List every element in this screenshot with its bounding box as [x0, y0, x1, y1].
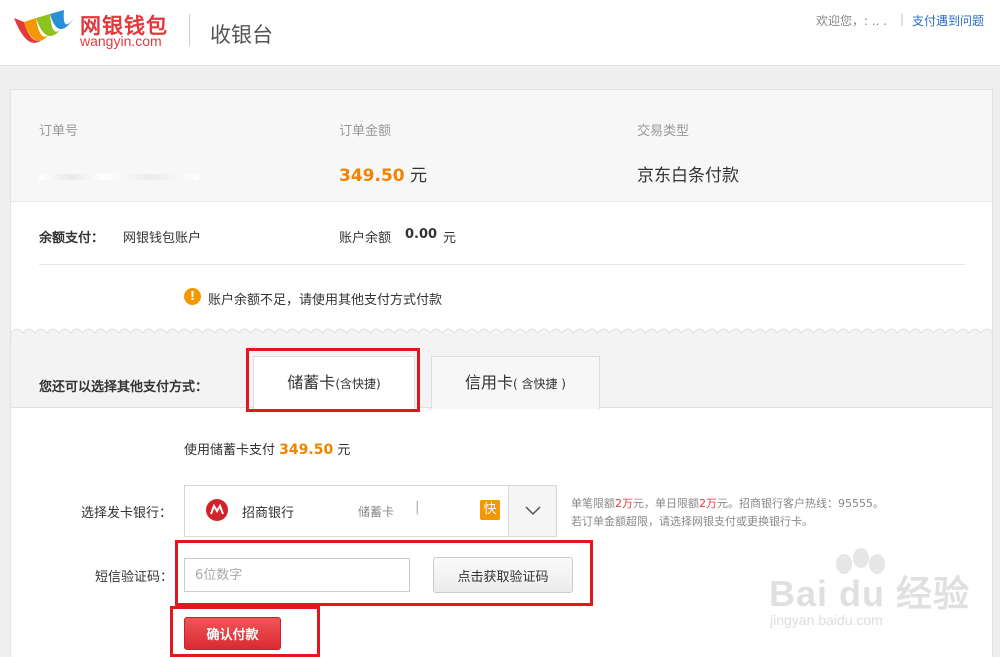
- payment-help-link[interactable]: 支付遇到问题: [912, 12, 984, 29]
- bank-separator: |: [415, 500, 420, 515]
- quick-pay-badge: 快: [480, 500, 500, 520]
- bank-limit-note: 若订单金额超限，请选择网银支付或更换银行卡。: [571, 515, 813, 528]
- limit-daily: 2万: [699, 497, 717, 510]
- order-amount-label: 订单金额: [339, 124, 392, 139]
- order-amount: 349.50 元: [339, 161, 427, 186]
- warning-icon: !: [184, 288, 201, 305]
- tab-credit-sub: ( 含快捷 ): [513, 377, 566, 391]
- header-divider: [189, 14, 190, 46]
- balance-divider: [39, 264, 965, 265]
- page-header: 网银钱包 wangyin.com 收银台 欢迎您，: .. . | 支付遇到问题: [0, 0, 1000, 66]
- page-title: 收银台: [210, 23, 273, 47]
- bank-dropdown-button[interactable]: [508, 486, 556, 536]
- order-amount-value: 349.50: [339, 166, 405, 186]
- account-balance-value: 0.00: [405, 227, 438, 242]
- chevron-down-icon: [525, 506, 541, 516]
- insufficient-balance-warning: 账户余额不足，请使用其他支付方式付款: [208, 293, 443, 308]
- bank-select[interactable]: 招商银行 储蓄卡 | 快: [184, 485, 557, 537]
- annotation-box-sms: [175, 540, 593, 606]
- order-amount-unit: 元: [410, 166, 428, 186]
- tab-credit-label: 信用卡: [464, 373, 513, 392]
- annotation-box-confirm: [170, 606, 320, 657]
- sms-code-label: 短信验证码：: [95, 570, 174, 585]
- balance-pay-label: 余额支付：: [39, 231, 105, 246]
- limit-text-a: 单笔限额: [571, 497, 615, 510]
- bank-name: 招商银行: [242, 506, 295, 521]
- debit-pay-unit: 元: [337, 443, 351, 458]
- order-number-label: 订单号: [39, 124, 79, 139]
- bank-select-label: 选择发卡银行：: [81, 506, 173, 521]
- debit-pay-prefix: 使用储蓄卡支付: [184, 443, 276, 458]
- limit-single: 2万: [615, 497, 633, 510]
- card-type: 储蓄卡: [358, 505, 395, 519]
- brand-name-en: wangyin.com: [80, 33, 162, 49]
- account-balance-label: 账户余额: [339, 231, 392, 246]
- account-balance-unit: 元: [443, 231, 457, 246]
- baidu-watermark-url: jingyan.baidu.com: [770, 612, 883, 628]
- wallet-account: 网银钱包账户: [123, 231, 202, 246]
- debit-pay-value: 349.50: [279, 442, 334, 458]
- baidu-watermark: Bai du 经验: [769, 573, 971, 614]
- cmb-bank-icon: [206, 499, 228, 521]
- trade-type-value: 京东白条付款: [637, 166, 739, 186]
- limit-text-e: 元。招商银行客户热线：95555。: [717, 497, 884, 510]
- limit-text-c: 元，单日限额: [633, 497, 699, 510]
- tab-credit-card[interactable]: 信用卡( 含快捷 ): [431, 356, 600, 409]
- bank-limit-info: 单笔限额2万元，单日限额2万元。招商银行客户热线：95555。: [571, 495, 884, 511]
- header-separator: |: [900, 12, 905, 26]
- order-summary: 订单号 订单金额 349.50 元 交易类型 京东白条付款: [11, 90, 992, 202]
- annotation-box-debit-tab: [246, 348, 420, 412]
- other-methods-label: 您还可以选择其他支付方式：: [39, 380, 209, 395]
- welcome-text: 欢迎您，: .. .: [816, 14, 888, 28]
- trade-type-label: 交易类型: [637, 124, 690, 139]
- order-number-masked: [39, 174, 199, 180]
- debit-pay-amount: 使用储蓄卡支付 349.50 元: [184, 439, 350, 458]
- wangyin-logo[interactable]: [10, 8, 76, 52]
